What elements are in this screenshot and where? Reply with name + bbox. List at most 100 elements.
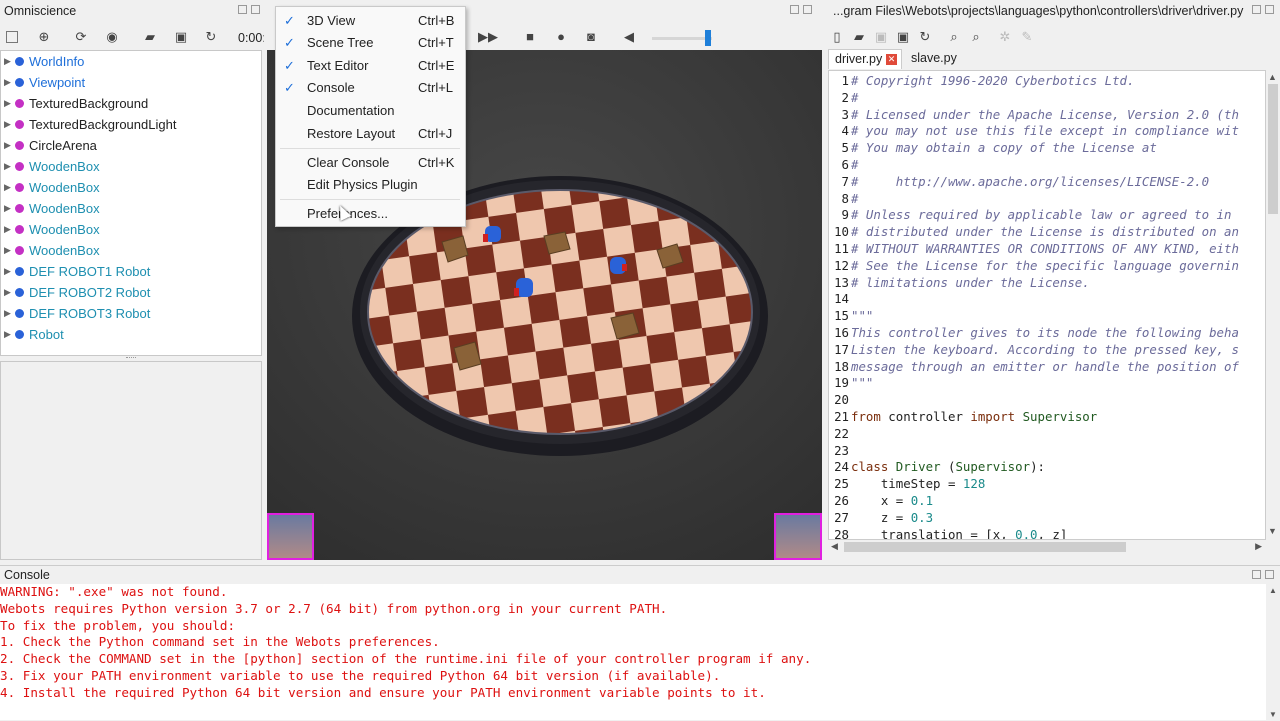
code-line[interactable]: 8 #: [829, 191, 1265, 208]
code-line[interactable]: 22: [829, 426, 1265, 443]
expand-arrow-icon[interactable]: ▶: [4, 303, 11, 324]
code-line[interactable]: 25 timeStep = 128: [829, 476, 1265, 493]
toggle-panel-icon[interactable]: [6, 31, 18, 43]
code-line[interactable]: 10 # distributed under the License is dis…: [829, 224, 1265, 241]
code-line[interactable]: 24 class Driver (Supervisor):: [829, 459, 1265, 476]
code-line[interactable]: 11 # WITHOUT WARRANTIES OR CONDITIONS OF …: [829, 241, 1265, 258]
open-folder-icon[interactable]: ▰: [143, 30, 157, 44]
menu-item-scene-tree[interactable]: ✓ Scene Tree Ctrl+T: [276, 32, 466, 54]
code-line[interactable]: 21 from controller import Supervisor: [829, 409, 1265, 426]
save-icon[interactable]: ▣: [174, 30, 188, 44]
tree-item[interactable]: ▶ DEF ROBOT3 Robot: [1, 303, 259, 324]
tree-item[interactable]: ▶ WoodenBox: [1, 240, 259, 261]
float-icon[interactable]: [238, 5, 247, 14]
replace-icon[interactable]: ⌕: [969, 30, 983, 44]
menu-item-restore-layout[interactable]: Restore Layout Ctrl+J: [276, 123, 466, 145]
tree-item[interactable]: ▶ WorldInfo: [1, 51, 259, 72]
scrollbar-right-icon[interactable]: ▶: [1255, 541, 1262, 552]
code-line[interactable]: 7 # http://www.apache.org/licenses/LICENS…: [829, 174, 1265, 191]
code-line[interactable]: 19 """: [829, 375, 1265, 392]
tab-close-icon[interactable]: ✕: [886, 54, 897, 65]
console-scrollbar[interactable]: ▲ ▼: [1266, 584, 1280, 721]
save-disabled-icon[interactable]: ▣: [874, 30, 888, 44]
code-line[interactable]: 20: [829, 392, 1265, 409]
revert-icon[interactable]: ↻: [918, 30, 932, 44]
menu-item-clear-console[interactable]: Clear Console Ctrl+K: [276, 152, 466, 174]
scene-tree[interactable]: ▶ WorldInfo ▶ Viewpoint ▶ TexturedBackground ▶…: [0, 50, 262, 356]
save-icon[interactable]: ▣: [896, 30, 910, 44]
code-line[interactable]: 12 # See the License for the specific lan…: [829, 258, 1265, 275]
tree-item[interactable]: ▶ Robot: [1, 324, 259, 345]
expand-arrow-icon[interactable]: ▶: [4, 156, 11, 177]
eye-icon[interactable]: ◉: [105, 30, 119, 44]
code-editor[interactable]: 1 # Copyright 1996-2020 Cyberbotics Ltd. 2…: [828, 70, 1266, 540]
close-icon[interactable]: [1265, 5, 1274, 14]
float-icon[interactable]: [1252, 570, 1261, 579]
float-icon[interactable]: [1252, 5, 1261, 14]
code-line[interactable]: 4 # you may not use this file except in c…: [829, 123, 1265, 140]
expand-arrow-icon[interactable]: ▶: [4, 219, 11, 240]
tree-item[interactable]: ▶ CircleArena: [1, 135, 259, 156]
tree-item[interactable]: ▶ TexturedBackgroundLight: [1, 114, 259, 135]
scrollbar-left-icon[interactable]: ◀: [831, 541, 838, 552]
code-line[interactable]: 2 #: [829, 90, 1265, 107]
code-line[interactable]: 9 # Unless required by applicable law or …: [829, 207, 1265, 224]
expand-arrow-icon[interactable]: ▶: [4, 51, 11, 72]
code-line[interactable]: 17 Listen the keyboard. According to the …: [829, 342, 1265, 359]
code-line[interactable]: 18 message through an emitter or handle t…: [829, 359, 1265, 376]
code-line[interactable]: 1 # Copyright 1996-2020 Cyberbotics Ltd.: [829, 73, 1265, 90]
tree-item[interactable]: ▶ DEF ROBOT2 Robot: [1, 282, 259, 303]
camera-icon[interactable]: ◙: [584, 30, 598, 44]
tree-item[interactable]: ▶ WoodenBox: [1, 219, 259, 240]
clean-icon[interactable]: ✎: [1020, 30, 1034, 44]
stop-icon[interactable]: ■: [523, 30, 537, 44]
code-line[interactable]: 6 #: [829, 157, 1265, 174]
record-icon[interactable]: ●: [554, 30, 568, 44]
scrollbar-up-icon[interactable]: ▲: [1269, 586, 1277, 595]
expand-arrow-icon[interactable]: ▶: [4, 240, 11, 261]
code-line[interactable]: 15 """: [829, 308, 1265, 325]
expand-arrow-icon[interactable]: ▶: [4, 282, 11, 303]
menu-item-documentation[interactable]: Documentation: [276, 100, 466, 122]
expand-arrow-icon[interactable]: ▶: [4, 198, 11, 219]
hscrollbar-thumb[interactable]: [844, 542, 1126, 552]
menu-item-preferences[interactable]: Preferences...: [276, 203, 466, 225]
reload-icon[interactable]: ⟳: [74, 30, 88, 44]
code-line[interactable]: 26 x = 0.1: [829, 493, 1265, 510]
menu-item-3d-view[interactable]: ✓ 3D View Ctrl+B: [276, 10, 466, 32]
close-icon[interactable]: [1265, 570, 1274, 579]
find-icon[interactable]: ⌕: [947, 30, 961, 44]
expand-arrow-icon[interactable]: ▶: [4, 177, 11, 198]
scrollbar-down-icon[interactable]: ▼: [1268, 526, 1277, 536]
fast-forward-icon[interactable]: ▶▶: [478, 30, 498, 44]
scrollbar-down-icon[interactable]: ▼: [1269, 710, 1277, 719]
scrollbar-thumb[interactable]: [1268, 84, 1278, 214]
tab-driver[interactable]: driver.py ✕: [828, 49, 902, 69]
tree-item[interactable]: ▶ WoodenBox: [1, 198, 259, 219]
console-output[interactable]: WARNING: ".exe" was not found. Webots req…: [0, 584, 1266, 721]
code-line[interactable]: 27 z = 0.3: [829, 510, 1265, 527]
tree-item[interactable]: ▶ DEF ROBOT1 Robot: [1, 261, 259, 282]
tree-item[interactable]: ▶ TexturedBackground: [1, 93, 259, 114]
code-line[interactable]: 16 This controller gives to its node the …: [829, 325, 1265, 342]
new-file-icon[interactable]: ▯: [830, 30, 844, 44]
add-node-icon[interactable]: ⊕: [37, 30, 51, 44]
code-line[interactable]: 5 # You may obtain a copy of the License …: [829, 140, 1265, 157]
code-line[interactable]: 13 # limitations under the License.: [829, 275, 1265, 292]
code-line[interactable]: 28 translation = [x, 0.0, z]: [829, 527, 1265, 539]
build-icon[interactable]: ✲: [998, 30, 1012, 44]
expand-arrow-icon[interactable]: ▶: [4, 135, 11, 156]
volume-icon[interactable]: ◀: [622, 30, 636, 44]
expand-arrow-icon[interactable]: ▶: [4, 261, 11, 282]
volume-slider-handle[interactable]: [705, 30, 711, 46]
close-icon[interactable]: [251, 5, 260, 14]
close-icon[interactable]: [803, 5, 812, 14]
revert-icon[interactable]: ↻: [204, 30, 218, 44]
code-line[interactable]: 23: [829, 443, 1265, 460]
tree-item[interactable]: ▶ Viewpoint: [1, 72, 259, 93]
tree-item[interactable]: ▶ WoodenBox: [1, 177, 259, 198]
menu-item-text-editor[interactable]: ✓ Text Editor Ctrl+E: [276, 55, 466, 77]
code-line[interactable]: 14: [829, 291, 1265, 308]
splitter-handle[interactable]: [126, 357, 136, 360]
expand-arrow-icon[interactable]: ▶: [4, 72, 11, 93]
